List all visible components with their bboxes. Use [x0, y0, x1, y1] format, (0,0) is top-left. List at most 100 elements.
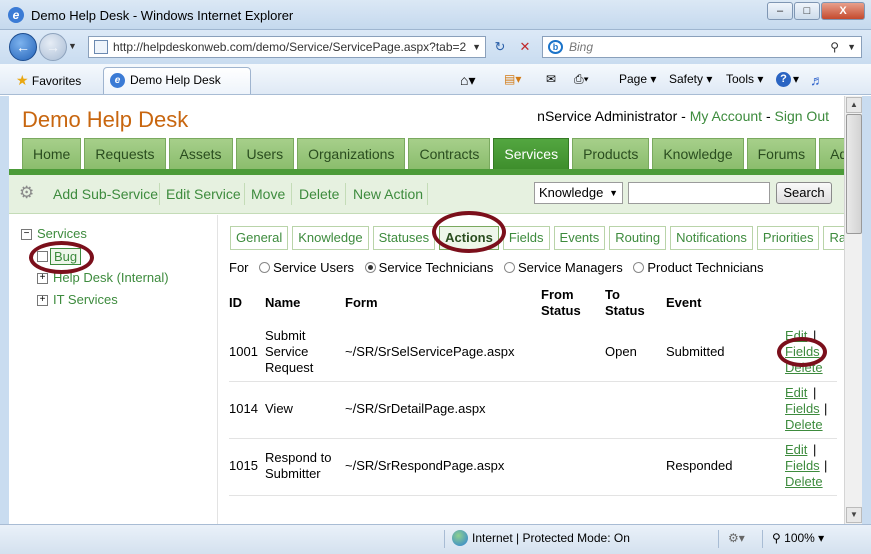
site-brand[interactable]: Demo Help Desk: [22, 107, 188, 133]
row-form: ~/SR/SrSelServicePage.aspx: [345, 344, 515, 359]
sub-tab-priorities[interactable]: Priorities: [756, 226, 820, 250]
search-icon[interactable]: ⚲: [830, 37, 839, 57]
radio-label[interactable]: Service Users: [273, 260, 354, 275]
maximize-button[interactable]: □: [794, 2, 820, 20]
search-button[interactable]: Search: [776, 182, 832, 204]
sub-tab-ra[interactable]: Ra: [823, 226, 844, 250]
search-dropdown-icon[interactable]: ▼: [847, 37, 856, 57]
nav-tab-home[interactable]: Home: [22, 138, 82, 169]
internet-explorer-icon: e: [8, 7, 24, 23]
user-name: nService Administrator: [537, 108, 678, 124]
minimize-button[interactable]: –: [767, 2, 793, 20]
sub-tab-statuses[interactable]: Statuses: [372, 226, 436, 250]
keyword-search-input[interactable]: [628, 182, 770, 204]
my-account-link[interactable]: My Account: [690, 108, 762, 124]
link-separator: |: [824, 458, 828, 473]
address-url: http://helpdeskonweb.com/demo/Service/Se…: [113, 40, 467, 54]
search-input[interactable]: b Bing ⚲ ▼: [542, 36, 862, 58]
nav-tab-admin[interactable]: Admin: [819, 138, 844, 169]
forward-button[interactable]: →: [39, 33, 67, 61]
expand-icon[interactable]: +: [37, 273, 48, 284]
nav-tab-requests[interactable]: Requests: [84, 138, 166, 169]
radio-label[interactable]: Service Managers: [518, 260, 623, 275]
row-name: View: [265, 401, 293, 416]
research-icon[interactable]: ♬: [810, 72, 824, 88]
delete-link[interactable]: Delete: [785, 417, 823, 433]
row-id: 1001: [229, 344, 258, 359]
link-separator: |: [813, 385, 817, 400]
add-sub-service-button[interactable]: Add Sub-Service: [53, 186, 158, 202]
edit-link[interactable]: Edit: [785, 385, 807, 401]
tools-menu[interactable]: Tools ▾: [726, 72, 763, 86]
divider: [159, 183, 160, 205]
nav-tab-contracts[interactable]: Contracts: [408, 138, 491, 169]
nav-tab-forums[interactable]: Forums: [746, 138, 817, 169]
page-scrollbar[interactable]: ▲ ▼: [844, 96, 862, 524]
move-button[interactable]: Move: [251, 186, 285, 202]
search-placeholder: Bing: [569, 40, 594, 54]
feeds-icon[interactable]: ▤▾: [504, 72, 521, 86]
address-dropdown-icon[interactable]: ▼: [472, 37, 481, 57]
nav-tab-users[interactable]: Users: [235, 138, 295, 169]
sub-tab-routing[interactable]: Routing: [609, 226, 667, 250]
address-field[interactable]: http://helpdeskonweb.com/demo/Service/Se…: [88, 36, 486, 58]
new-action-button[interactable]: New Action: [353, 186, 423, 202]
nav-tab-products[interactable]: Products: [572, 138, 650, 169]
nav-tab-services[interactable]: Services: [493, 138, 570, 169]
stop-icon[interactable]: ✕: [516, 38, 534, 56]
radio-label[interactable]: Product Technicians: [647, 260, 763, 275]
radio-product-technicians[interactable]: [633, 262, 645, 273]
protected-mode-icon[interactable]: ⚙▾: [728, 531, 745, 545]
radio-service-users[interactable]: [259, 262, 271, 273]
delete-service-button[interactable]: Delete: [299, 186, 339, 202]
scroll-up-icon[interactable]: ▲: [846, 97, 862, 113]
search-scope-select[interactable]: Knowledge ▼: [534, 182, 623, 204]
sign-out-link[interactable]: Sign Out: [775, 108, 829, 124]
browser-tab[interactable]: e Demo Help Desk: [103, 67, 251, 94]
tools-menu-label: Tools: [726, 72, 755, 86]
nav-tab-organizations[interactable]: Organizations: [297, 138, 406, 169]
window-title-bar: e Demo Help Desk - Windows Internet Expl…: [0, 0, 871, 30]
scroll-down-icon[interactable]: ▼: [846, 507, 862, 523]
edit-service-button[interactable]: Edit Service: [166, 186, 241, 202]
help-dropdown-icon[interactable]: ▾: [793, 72, 799, 86]
scroll-thumb[interactable]: [846, 114, 862, 234]
home-icon[interactable]: ⌂▾: [460, 72, 475, 89]
status-bar: Internet | Protected Mode: On ⚙▾ ⚲ 100% …: [0, 524, 871, 554]
sub-tab-events[interactable]: Events: [553, 226, 606, 250]
page-menu[interactable]: Page ▾: [619, 72, 656, 86]
radio-service-technicians[interactable]: [364, 262, 376, 273]
security-zone[interactable]: Internet | Protected Mode: On: [472, 531, 630, 545]
tree-root-services[interactable]: Services: [37, 226, 87, 241]
annotation-circle: [432, 211, 506, 253]
back-button[interactable]: ←: [9, 33, 37, 61]
edit-link[interactable]: Edit: [785, 442, 807, 458]
sub-tab-fields[interactable]: Fields: [502, 226, 550, 250]
sub-tab-knowledge[interactable]: Knowledge: [292, 226, 369, 250]
row-divider: [229, 495, 837, 496]
collapse-icon[interactable]: −: [21, 229, 32, 240]
mail-icon[interactable]: ✉: [546, 72, 556, 86]
delete-link[interactable]: Delete: [785, 474, 823, 490]
tree-item-it-services[interactable]: IT Services: [53, 292, 118, 307]
row-divider: [229, 381, 837, 382]
fields-link[interactable]: Fields: [785, 458, 820, 474]
favorites-button[interactable]: ★ Favorites: [16, 72, 81, 89]
fields-link[interactable]: Fields: [785, 401, 820, 417]
sub-tab-notifications[interactable]: Notifications: [670, 226, 753, 250]
history-dropdown-icon[interactable]: ▼: [68, 41, 77, 51]
refresh-icon[interactable]: ↻: [491, 38, 509, 56]
radio-label[interactable]: Service Technicians: [379, 260, 494, 275]
print-icon[interactable]: ⎙▾: [574, 72, 589, 87]
chevron-down-icon: ▼: [609, 188, 618, 198]
safety-menu[interactable]: Safety ▾: [669, 72, 712, 86]
help-icon[interactable]: ?: [776, 72, 791, 87]
expand-icon[interactable]: +: [37, 295, 48, 306]
nav-tab-assets[interactable]: Assets: [168, 138, 233, 169]
zoom-level[interactable]: ⚲ 100% ▾: [772, 531, 824, 545]
sub-tab-general[interactable]: General: [230, 226, 289, 250]
nav-tab-knowledge[interactable]: Knowledge: [652, 138, 744, 169]
radio-service-managers[interactable]: [503, 262, 515, 273]
column-header-id: ID: [229, 295, 242, 310]
close-button[interactable]: X: [821, 2, 865, 20]
